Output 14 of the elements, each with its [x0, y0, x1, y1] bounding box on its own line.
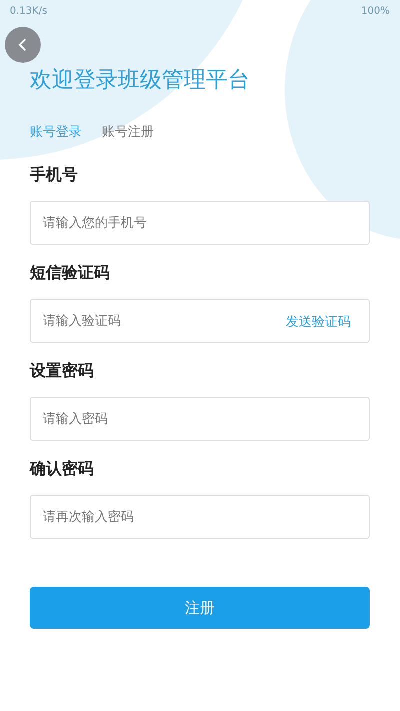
field-label: 短信验证码: [30, 263, 111, 284]
register-button[interactable]: 注册: [30, 587, 370, 629]
page-title: 欢迎登录班级管理平台: [30, 67, 251, 95]
send-code-link[interactable]: 发送验证码: [286, 313, 351, 331]
input-field[interactable]: 请再次输入密码: [30, 495, 370, 539]
network-speed: 0.13K/s: [10, 6, 48, 16]
input-field[interactable]: 请输入密码: [30, 397, 370, 441]
field-label: 设置密码: [30, 361, 95, 382]
field-label: 确认密码: [30, 459, 95, 480]
tab[interactable]: 账号注册: [102, 123, 154, 141]
tab[interactable]: 账号登录: [30, 123, 82, 141]
field-label: 手机号: [30, 165, 79, 186]
battery-level: 100%: [361, 6, 390, 16]
input-field[interactable]: 请输入您的手机号: [30, 201, 370, 245]
